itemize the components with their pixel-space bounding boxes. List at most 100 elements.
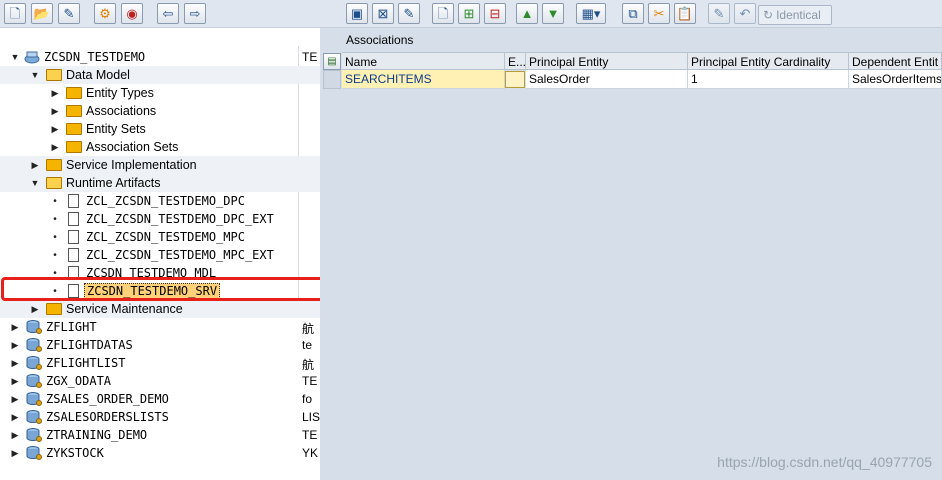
tree-node-project[interactable]: ▶ ZGX_ODATA TE (0, 372, 320, 390)
collapse-icon[interactable]: ▼ (30, 70, 40, 80)
tree-node-project[interactable]: ▶ ZYKSTOCK YK (0, 444, 320, 462)
column-header-principal-entity[interactable]: Principal Entity (526, 52, 688, 70)
collapse-icon[interactable]: ▼ (30, 178, 40, 188)
create-icon[interactable]: 🗋 (432, 3, 454, 24)
expand-icon[interactable]: ▶ (10, 340, 20, 351)
cell-e-checkbox[interactable] (505, 71, 525, 88)
append-row-icon[interactable]: ⊞ (458, 3, 480, 24)
cell-dependent-entity[interactable]: SalesOrderItems (849, 70, 942, 89)
column-header-dependent-entity[interactable]: Dependent Entit (849, 52, 942, 70)
tree-node-project[interactable]: ▶ ZFLIGHT 航 (0, 318, 320, 336)
tree-node-associations[interactable]: ▶ Associations (0, 102, 320, 120)
forward-icon[interactable]: ⇨ (184, 3, 206, 24)
tree-node-artifact[interactable]: • ZCL_ZCSDN_TESTDEMO_MPC (0, 228, 320, 246)
document-icon (68, 194, 79, 208)
tree-node-project[interactable]: ▶ ZTRAINING_DEMO TE (0, 426, 320, 444)
back-icon[interactable]: ⇦ (157, 3, 179, 24)
tree-node-entity-types[interactable]: ▶ Entity Types (0, 84, 320, 102)
expand-icon[interactable]: ▶ (10, 358, 20, 369)
cell-principal-cardinality[interactable]: 1 (688, 70, 849, 89)
undo-icon[interactable]: ↶ (734, 3, 756, 24)
paste-icon[interactable]: 📋 (674, 3, 696, 24)
collapse-icon[interactable]: ▼ (10, 52, 20, 62)
tree-node-project[interactable]: ▼ ZCSDN_TESTDEMO TE (0, 48, 320, 66)
tree-node-artifact[interactable]: • ZCL_ZCSDN_TESTDEMO_MPC_EXT (0, 246, 320, 264)
cut-icon[interactable]: ✂ (648, 3, 670, 24)
tree-node-runtime-artifacts[interactable]: ▼ Runtime Artifacts (0, 174, 320, 192)
column-header-e[interactable]: E... (505, 52, 526, 70)
cell-name[interactable]: SEARCHITEMS (342, 70, 505, 89)
tree-node-project[interactable]: ▶ ZFLIGHTDATAS te (0, 336, 320, 354)
tree-node-desc: YK (302, 446, 319, 460)
edit-icon[interactable]: ✎ (398, 3, 420, 24)
identical-label: Identical (776, 8, 821, 22)
check-entries-icon[interactable]: ✎ (708, 3, 730, 24)
row-selector[interactable] (323, 70, 341, 89)
generate-icon[interactable]: ⚙ (94, 3, 116, 24)
database-icon (26, 392, 42, 406)
folder-open-icon (46, 177, 62, 189)
folder-icon (46, 159, 62, 171)
tree-node-project[interactable]: ▶ ZSALESORDERSLISTS LIS (0, 408, 320, 426)
document-icon (68, 212, 79, 226)
expand-icon[interactable]: ▶ (50, 124, 60, 135)
cell-principal-entity[interactable]: SalesOrder (526, 70, 688, 89)
expand-icon[interactable]: ▶ (10, 412, 20, 423)
expand-icon[interactable]: ▶ (10, 394, 20, 405)
delete-row-icon[interactable]: ⊟ (484, 3, 506, 24)
details-icon[interactable]: ▣ (346, 3, 368, 24)
expand-icon[interactable]: ▶ (30, 304, 40, 315)
tree-node-desc: LIS (302, 410, 320, 424)
left-toolbar: 🗋 📂 ✎ ⚙ ◉ ⇦ ⇨ (0, 0, 320, 28)
expand-icon[interactable]: ▶ (10, 322, 20, 333)
expand-icon[interactable]: ▶ (10, 376, 20, 387)
database-icon (26, 338, 42, 352)
tree-node-label: Association Sets (86, 140, 179, 154)
tree-node-desc: 航 (302, 358, 315, 372)
document-icon (68, 230, 79, 244)
identical-button[interactable]: ↻ Identical (758, 5, 832, 25)
bullet: • (53, 231, 57, 243)
tree-node-artifact[interactable]: • ZCL_ZCSDN_TESTDEMO_DPC_EXT (0, 210, 320, 228)
open-folder-icon[interactable]: 📂 (31, 3, 53, 24)
tree-node-label: Entity Types (86, 86, 154, 100)
edit-icon[interactable]: ✎ (58, 3, 80, 24)
tree-node-label: ZCL_ZCSDN_TESTDEMO_DPC_EXT (86, 212, 274, 226)
tree-node-artifact[interactable]: • ZCL_ZCSDN_TESTDEMO_DPC (0, 192, 320, 210)
tree-node-desc: 航 (302, 322, 315, 336)
sort-ascending-icon[interactable]: ▲ (516, 3, 538, 24)
expand-icon[interactable]: ▶ (10, 430, 20, 441)
column-header-principal-cardinality[interactable]: Principal Entity Cardinality (688, 52, 849, 70)
tree-node-label: ZCSDN_TESTDEMO (44, 50, 146, 64)
tree-node-entity-sets[interactable]: ▶ Entity Sets (0, 120, 320, 138)
tree-node-project[interactable]: ▶ ZFLIGHTLIST 航 (0, 354, 320, 372)
layout-dropdown-icon[interactable]: ▦▾ (576, 3, 606, 24)
new-icon[interactable]: 🗋 (4, 3, 26, 24)
expand-icon[interactable]: ▶ (50, 106, 60, 117)
tree-node-label: Associations (86, 104, 157, 118)
expand-icon[interactable]: ▶ (10, 448, 20, 459)
bullet: • (53, 213, 57, 225)
bullet: • (53, 249, 57, 261)
tree-node-service-implementation[interactable]: ▶ Service Implementation (0, 156, 320, 174)
column-header-name[interactable]: Name (342, 52, 505, 70)
tree-node-project[interactable]: ▶ ZSALES_ORDER_DEMO fo (0, 390, 320, 408)
copy-icon[interactable]: ⧉ (622, 3, 644, 24)
tree-node-association-sets[interactable]: ▶ Association Sets (0, 138, 320, 156)
tree-node-label: ZTRAINING_DEMO (46, 428, 148, 442)
folder-open-icon (46, 69, 62, 81)
sort-descending-icon[interactable]: ▼ (542, 3, 564, 24)
panel-title: Associations (346, 33, 414, 47)
column-settings-icon[interactable]: ▤ (323, 53, 341, 70)
tree-node-label: Runtime Artifacts (66, 176, 161, 190)
expand-icon[interactable]: ▶ (30, 160, 40, 171)
database-icon (26, 428, 42, 442)
check-icon[interactable]: ◉ (121, 3, 143, 24)
watermark: https://blog.csdn.net/qq_40977705 (717, 454, 932, 470)
tree-node-service-maintenance[interactable]: ▶ Service Maintenance (0, 300, 320, 318)
select-all-icon[interactable]: ⊠ (372, 3, 394, 24)
tree-node-label: ZFLIGHT (46, 320, 97, 334)
expand-icon[interactable]: ▶ (50, 142, 60, 153)
tree-node-data-model[interactable]: ▼ Data Model (0, 66, 320, 84)
expand-icon[interactable]: ▶ (50, 88, 60, 99)
